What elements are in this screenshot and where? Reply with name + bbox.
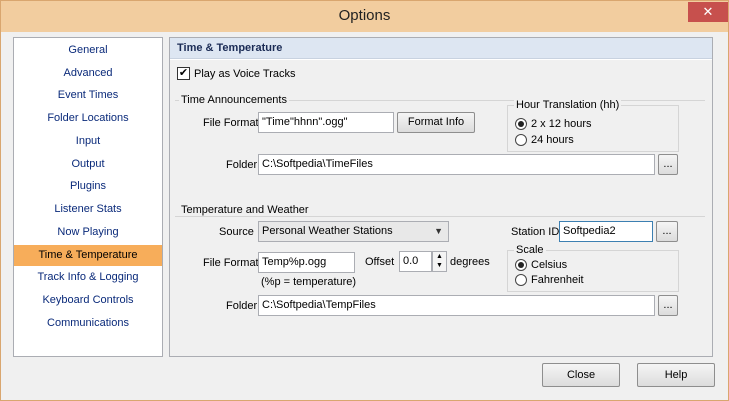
time-announcements-title: Time Announcements [179, 94, 289, 106]
fahrenheit-radio[interactable] [515, 274, 527, 286]
format-info-button[interactable]: Format Info [397, 112, 475, 133]
celsius-radio[interactable] [515, 259, 527, 271]
offset-label: Offset [365, 256, 395, 268]
sidebar-item-listener-stats[interactable]: Listener Stats [14, 199, 162, 220]
station-id-input[interactable]: Softpedia2 [559, 221, 653, 242]
title-bar[interactable]: Options ✕ [1, 1, 728, 32]
chevron-down-icon: ▼ [434, 226, 443, 236]
hour-12-label: 2 x 12 hours [531, 118, 592, 130]
hour-24-label: 24 hours [531, 134, 574, 146]
sidebar-item-folder-locations[interactable]: Folder Locations [14, 108, 162, 129]
options-window: Options ✕ General Advanced Event Times F… [0, 0, 729, 401]
sidebar-item-advanced[interactable]: Advanced [14, 63, 162, 84]
sidebar-item-now-playing[interactable]: Now Playing [14, 222, 162, 243]
sidebar-item-time-temperature[interactable]: Time & Temperature [14, 245, 162, 266]
station-id-browse-button[interactable]: ... [656, 221, 678, 242]
spin-up-icon[interactable]: ▲ [433, 252, 446, 261]
time-folder-input[interactable]: C:\Softpedia\TimeFiles [258, 154, 655, 175]
sidebar-item-keyboard-controls[interactable]: Keyboard Controls [14, 290, 162, 311]
play-voice-tracks-label: Play as Voice Tracks [194, 68, 296, 80]
temp-folder-label: Folder [226, 300, 258, 312]
station-id-label: Station ID [511, 226, 560, 238]
spin-down-icon[interactable]: ▼ [433, 261, 446, 270]
fahrenheit-label: Fahrenheit [531, 274, 584, 286]
temp-file-format-input[interactable]: Temp%p.ogg [258, 252, 355, 273]
settings-pane: Time & Temperature ✔ Play as Voice Track… [169, 37, 713, 357]
hour-translation-title: Hour Translation (hh) [514, 99, 622, 111]
time-file-format-label: File Format [203, 117, 259, 129]
sidebar-item-communications[interactable]: Communications [14, 313, 162, 334]
offset-spinner[interactable]: ▲ ▼ [432, 251, 447, 272]
hour-12-radio[interactable] [515, 118, 527, 130]
close-window-icon[interactable]: ✕ [688, 2, 728, 22]
source-select-value: Personal Weather Stations [262, 225, 393, 237]
sidebar-item-input[interactable]: Input [14, 131, 162, 152]
temp-folder-input[interactable]: C:\Softpedia\TempFiles [258, 295, 655, 316]
time-file-format-input[interactable]: "Time"hhnn".ogg" [258, 112, 394, 133]
help-button[interactable]: Help [637, 363, 715, 387]
time-folder-label: Folder [226, 159, 258, 171]
temperature-weather-divider [175, 216, 705, 217]
temperature-weather-title: Temperature and Weather [179, 204, 311, 216]
sidebar-item-event-times[interactable]: Event Times [14, 85, 162, 106]
time-folder-browse-button[interactable]: ... [658, 154, 678, 175]
temp-file-format-hint: (%p = temperature) [261, 276, 357, 288]
sidebar-item-output[interactable]: Output [14, 154, 162, 175]
options-sidebar: General Advanced Event Times Folder Loca… [13, 37, 163, 357]
temp-file-format-label: File Format [203, 257, 259, 269]
play-voice-tracks-checkbox[interactable]: ✔ [177, 67, 190, 80]
close-button[interactable]: Close [542, 363, 620, 387]
pane-title: Time & Temperature [177, 42, 283, 54]
settings-panel: ✔ Play as Voice Tracks Time Announcement… [170, 60, 712, 356]
offset-unit-label: degrees [450, 256, 490, 268]
temp-folder-browse-button[interactable]: ... [658, 295, 678, 316]
window-title: Options [338, 7, 391, 24]
pane-header: Time & Temperature [170, 38, 712, 59]
source-select[interactable]: Personal Weather Stations ▼ [258, 221, 449, 242]
sidebar-item-track-info-logging[interactable]: Track Info & Logging [14, 267, 162, 288]
celsius-label: Celsius [531, 259, 568, 271]
hour-24-radio[interactable] [515, 134, 527, 146]
offset-input[interactable]: 0.0 [399, 251, 432, 272]
sidebar-item-plugins[interactable]: Plugins [14, 176, 162, 197]
sidebar-item-general[interactable]: General [14, 40, 162, 61]
scale-title: Scale [514, 244, 546, 256]
source-label: Source [219, 226, 254, 238]
